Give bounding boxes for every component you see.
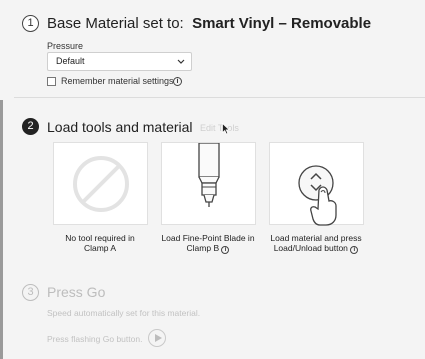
info-icon[interactable]: i [350, 246, 359, 254]
load-material-caption-line1: Load material and press [270, 233, 362, 243]
mouse-cursor-icon [222, 122, 231, 140]
clamp-b-caption-line2: Clamp B [186, 243, 220, 253]
chevron-down-icon [177, 53, 185, 76]
pressure-select[interactable]: Default [47, 52, 192, 71]
remember-settings-checkbox[interactable] [47, 77, 56, 86]
clamp-b-caption: Load Fine-Point Blade in Clamp B i [148, 233, 268, 254]
base-material-name: Smart Vinyl – Removable [192, 15, 372, 32]
step-1-title: Base Material set to: Smart Vinyl – Remo… [47, 15, 371, 32]
speed-info-text: Speed automatically set for this materia… [47, 308, 201, 318]
load-material-card [269, 142, 364, 226]
load-material-caption-line2: Load/Unload button [273, 243, 348, 253]
step-3-title: Press Go [47, 284, 106, 300]
fine-point-blade-icon [198, 143, 220, 207]
step-2-number: 2 [22, 118, 39, 135]
clamp-a-card [53, 142, 148, 225]
clamp-b-card [161, 142, 256, 225]
load-material-caption: Load material and press Load/Unload butt… [256, 233, 376, 254]
step-1-title-prefix: Base Material set to: [47, 15, 184, 32]
step-3-number: 3 [22, 284, 39, 301]
section-divider [14, 97, 425, 98]
remember-settings-label: Remember material settings [61, 76, 174, 86]
go-button[interactable] [148, 329, 166, 347]
step-1-number: 1 [22, 15, 39, 32]
clamp-a-caption-line2: Clamp A [83, 243, 117, 253]
info-icon[interactable]: i [173, 77, 182, 86]
no-symbol-icon [73, 156, 129, 212]
press-go-text: Press flashing Go button. [47, 334, 143, 344]
clamp-a-caption-line1: No tool required in [65, 233, 135, 243]
clamp-b-caption-line1: Load Fine-Point Blade in [161, 233, 255, 243]
pressure-label: Pressure [47, 41, 84, 51]
info-icon[interactable]: i [221, 246, 230, 254]
step-2-title: Load tools and material [47, 119, 193, 135]
edit-tools-link[interactable]: Edit Tools [200, 123, 239, 133]
load-unload-press-icon [298, 165, 337, 226]
left-progress-rail [0, 100, 3, 359]
pressure-select-value: Default [56, 56, 85, 66]
clamp-a-caption: No tool required in Clamp A [40, 233, 160, 253]
